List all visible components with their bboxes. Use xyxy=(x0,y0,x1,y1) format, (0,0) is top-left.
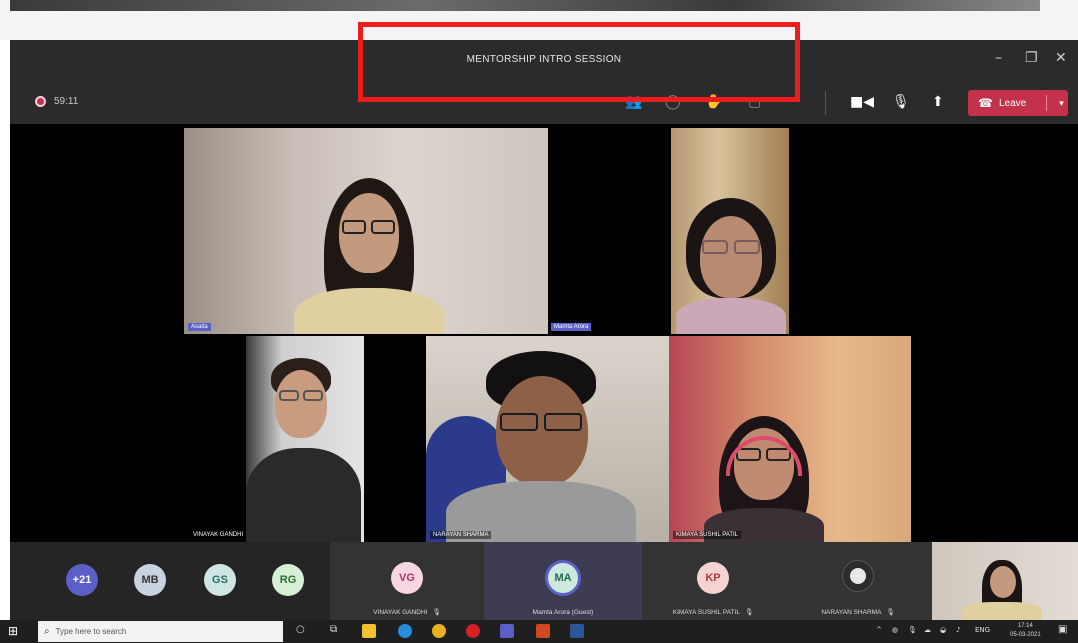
camera-icon[interactable]: ■◀ xyxy=(850,94,874,110)
participant-roster: +21 MB GS RG VG VINAYAK GANDHI 🎙 MA Mamta… xyxy=(10,542,1078,620)
participant-name: VINAYAK GANDHI xyxy=(373,609,428,616)
taskbar-search[interactable]: ⌕ Type here to search xyxy=(38,621,283,642)
participant-name: NARAYAN SHARMA xyxy=(821,609,882,616)
mic-off-icon: 🎙 xyxy=(886,608,895,616)
mic-off-icon: 🎙 xyxy=(432,608,441,616)
toolbar-divider xyxy=(825,91,826,115)
taskbar-clock[interactable]: 17:14 05-03-2021 xyxy=(1010,622,1041,640)
teams-meeting-window: MENTORSHIP INTRO SESSION – ❐ ✕ 59:11 👥 ◯… xyxy=(10,40,1078,620)
close-icon[interactable]: ✕ xyxy=(1055,50,1067,66)
wifi-icon[interactable]: ◒ xyxy=(940,626,946,634)
background-strip xyxy=(0,0,1078,40)
leave-button[interactable]: ☎ Leave ▾ xyxy=(968,90,1068,116)
meeting-timer: 59:11 xyxy=(54,96,79,107)
leave-divider xyxy=(1046,95,1048,111)
file-explorer-icon[interactable] xyxy=(362,624,376,638)
participant-name: NARAYAN SHARMA xyxy=(430,531,492,539)
rooms-icon[interactable]: ▢ xyxy=(748,94,761,110)
powerpoint-icon[interactable] xyxy=(536,624,550,638)
meeting-toolbar: 59:11 👥 ◯ ✋ ▢ ■◀ 🎙 ⬆ ☎ Leave ▾ xyxy=(10,82,1078,124)
participant-card[interactable]: VG VINAYAK GANDHI 🎙 xyxy=(330,542,484,620)
avatar: KP xyxy=(697,562,729,594)
participant-name: KIMAYA SUSHIL PATIL xyxy=(673,531,742,539)
clock-date: 05-03-2021 xyxy=(1010,632,1041,638)
avatar[interactable]: GS xyxy=(204,564,236,596)
video-tile[interactable]: Asaita xyxy=(184,128,548,334)
avatar: VG xyxy=(391,562,423,594)
teams-icon[interactable] xyxy=(500,624,514,638)
chat-icon[interactable]: ◯ xyxy=(665,94,681,110)
cortana-icon[interactable]: ○ xyxy=(296,624,305,635)
meeting-title: MENTORSHIP INTRO SESSION xyxy=(466,54,622,65)
task-view-icon[interactable]: ⧉ xyxy=(330,624,337,635)
video-tile[interactable]: VINAYAK GANDHI xyxy=(186,336,364,542)
title-bar: MENTORSHIP INTRO SESSION – ❐ ✕ xyxy=(10,40,1078,82)
avatar-photo xyxy=(842,560,874,592)
cropped-window-edge xyxy=(10,0,1040,11)
edge-icon[interactable] xyxy=(398,624,412,638)
participant-card[interactable]: MA Mamta Arora (Guest) xyxy=(484,542,642,620)
maximize-icon[interactable]: ❐ xyxy=(1025,50,1038,66)
avatar: MA xyxy=(545,560,581,596)
video-stage: Asaita Mamta Arora VINAYAK GANDHI NARAYA… xyxy=(10,124,1078,542)
video-tile[interactable]: Mamta Arora xyxy=(551,128,789,334)
chrome-icon[interactable] xyxy=(432,624,446,638)
hang-up-icon: ☎ xyxy=(978,96,993,110)
avatar[interactable]: MB xyxy=(134,564,166,596)
language-indicator[interactable]: ENG xyxy=(975,626,990,634)
notifications-icon[interactable]: ▣ xyxy=(1058,624,1067,635)
raise-hand-icon[interactable]: ✋ xyxy=(705,94,722,110)
video-tile[interactable]: NARAYAN SHARMA xyxy=(426,336,670,542)
minimize-icon[interactable]: – xyxy=(995,50,1002,66)
participant-name: Asaita xyxy=(188,323,211,331)
video-tile[interactable]: KIMAYA SUSHIL PATIL xyxy=(669,336,911,542)
recording-icon xyxy=(35,96,46,107)
share-screen-icon[interactable]: ⬆ xyxy=(932,94,944,110)
tray-overflow-icon[interactable]: ^ xyxy=(876,626,882,634)
participants-icon[interactable]: 👥 xyxy=(625,94,642,110)
participant-card[interactable]: KP KIMAYA SUSHIL PATIL 🎙 xyxy=(642,542,784,620)
windows-taskbar: ⊞ ⌕ Type here to search ○ ⧉ ^ ◍ 🎙 ☁ ◒ ♪ … xyxy=(0,620,1078,643)
participant-name: VINAYAK GANDHI xyxy=(190,531,247,539)
search-icon: ⌕ xyxy=(44,626,50,637)
windows-start-icon[interactable]: ⊞ xyxy=(8,624,18,638)
opera-icon[interactable] xyxy=(466,624,480,638)
clock-time: 17:14 xyxy=(1017,623,1033,629)
mic-off-icon: 🎙 xyxy=(744,608,754,616)
tray-mic-icon[interactable]: 🎙 xyxy=(908,626,917,634)
search-placeholder: Type here to search xyxy=(55,627,127,636)
avatar[interactable]: RG xyxy=(272,564,304,596)
network-icon[interactable]: ◍ xyxy=(892,626,898,634)
chevron-down-icon[interactable]: ▾ xyxy=(1059,98,1064,109)
leave-label: Leave xyxy=(998,97,1027,109)
participant-name: KIMAYA SUSHIL PATIL xyxy=(672,609,740,616)
onedrive-icon[interactable]: ☁ xyxy=(924,626,931,634)
microphone-icon[interactable]: 🎙 xyxy=(892,94,910,110)
more-participants-button[interactable]: +21 xyxy=(66,564,98,596)
participant-name: Mamta Arora xyxy=(551,323,592,331)
participant-card[interactable]: NARAYAN SHARMA 🎙 xyxy=(784,542,932,620)
participant-name: Mamta Arora (Guest) xyxy=(532,609,594,616)
volume-icon[interactable]: ♪ xyxy=(956,626,960,634)
word-icon[interactable] xyxy=(570,624,584,638)
self-video-preview[interactable] xyxy=(932,542,1078,620)
